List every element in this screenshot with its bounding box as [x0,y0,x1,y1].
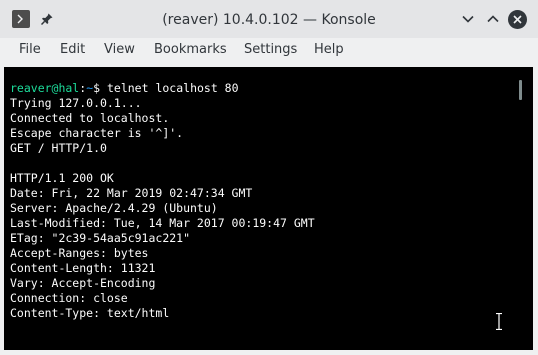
scrollbar-handle[interactable] [519,80,522,100]
output-line: Connection: close [10,291,128,305]
output-line: GET / HTTP/1.0 [10,141,107,155]
terminal-menu-icon [17,14,23,24]
close-icon [507,9,527,29]
output-line: Content-Type: text/html [10,306,170,320]
prompt-user: reaver@hal [10,81,80,95]
title-bar[interactable]: (reaver) 10.4.0.102 — Konsole [0,0,538,38]
maximize-button[interactable] [483,9,503,29]
pin-icon [40,13,53,26]
menu-view[interactable]: View [104,38,135,64]
output-line: HTTP/1.1 200 OK [10,171,114,185]
menu-help[interactable]: Help [314,38,344,64]
ibeam-cursor-icon [496,313,502,330]
output-line: ETag: "2c39-54aa5c91ac221" [10,231,191,245]
output-line: Content-Length: 11321 [10,261,156,275]
terminal-output: reaver@hal:~$ telnet localhost 80 Trying… [10,81,315,321]
menu-file[interactable]: File [19,38,41,64]
menu-edit[interactable]: Edit [60,38,85,64]
output-line: Date: Fri, 22 Mar 2019 02:47:34 GMT [10,186,253,200]
menu-settings[interactable]: Settings [244,38,297,64]
output-line: Escape character is '^]'. [10,126,184,140]
prompt-dollar: $ [93,81,107,95]
output-line: Server: Apache/2.4.29 (Ubuntu) [10,201,218,215]
output-line: Connected to localhost. [10,111,170,125]
output-line: Vary: Accept-Encoding [10,276,156,290]
output-line: Last-Modified: Tue, 14 Mar 2017 00:19:47… [10,216,315,230]
keep-above-button[interactable] [37,9,57,29]
menu-bar: File Edit View Bookmarks Settings Help [0,38,538,64]
konsole-window: (reaver) 10.4.0.102 — Konsole File Edit … [0,0,538,355]
output-line: Accept-Ranges: bytes [10,246,149,260]
chevron-down-icon [462,15,474,23]
command-line: reaver@hal:~$ telnet localhost 80 [10,81,315,96]
menu-bookmarks[interactable]: Bookmarks [154,38,227,64]
chevron-up-icon [487,15,499,23]
close-button[interactable] [507,9,527,29]
window-title: (reaver) 10.4.0.102 — Konsole [162,12,376,28]
terminal-view[interactable]: reaver@hal:~$ telnet localhost 80 Trying… [4,67,533,350]
command-text: telnet localhost 80 [106,81,239,95]
output-line: Trying 127.0.0.1... [10,96,142,110]
minimize-button[interactable] [458,9,478,29]
window-menu-button[interactable] [12,10,30,28]
